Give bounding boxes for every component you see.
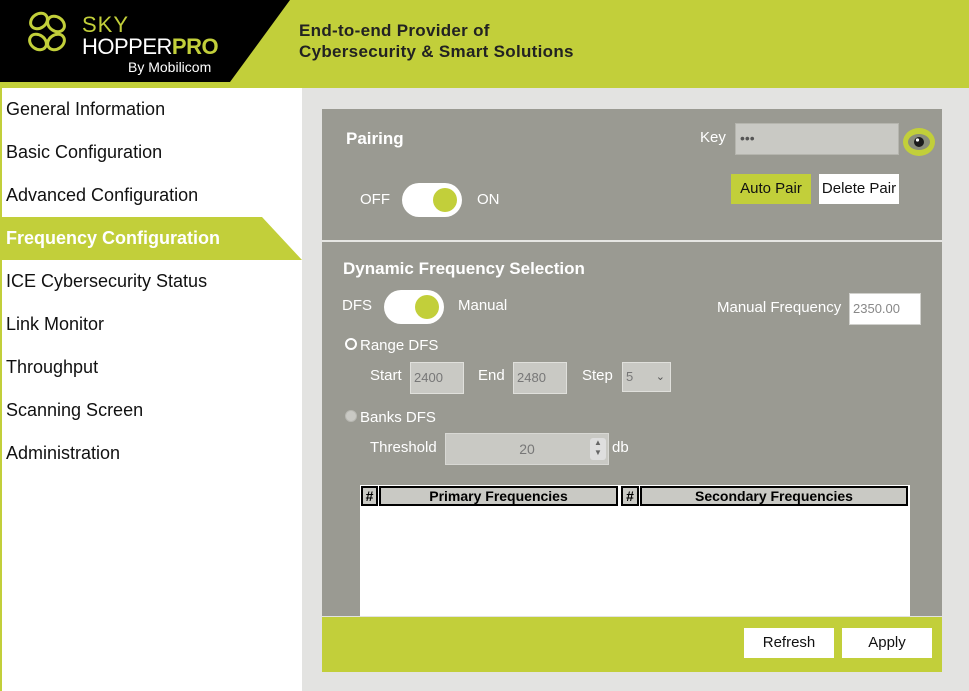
tagline-line-1: End-to-end Provider of bbox=[299, 21, 490, 40]
main-content: Pairing Key ••• OFF ON Auto Pair Delete … bbox=[302, 88, 969, 691]
end-input[interactable]: 2480 bbox=[513, 362, 567, 394]
dfs-title: Dynamic Frequency Selection bbox=[343, 259, 585, 278]
tagline: End-to-end Provider of Cybersecurity & S… bbox=[299, 20, 574, 62]
step-label: Step bbox=[582, 367, 613, 384]
manual-frequency-label: Manual Frequency bbox=[717, 299, 842, 316]
spinner-arrows-icon[interactable]: ▲ ▼ bbox=[590, 438, 606, 460]
table-header-index-2: # bbox=[621, 486, 639, 506]
start-input[interactable]: 2400 bbox=[410, 362, 464, 394]
banks-dfs-radio[interactable] bbox=[345, 410, 357, 422]
chevron-down-icon: ⌄ bbox=[655, 371, 665, 383]
sidebar-item-advanced-configuration[interactable]: Advanced Configuration bbox=[2, 174, 302, 217]
end-label: End bbox=[478, 367, 505, 384]
logo-by-text: By Mobilicom bbox=[128, 59, 212, 75]
threshold-stepper[interactable]: 20 ▲ ▼ bbox=[445, 433, 609, 465]
pairing-toggle[interactable] bbox=[402, 183, 462, 217]
key-label: Key bbox=[700, 129, 726, 146]
range-dfs-radio[interactable] bbox=[345, 338, 357, 350]
sidebar-item-administration[interactable]: Administration bbox=[2, 432, 302, 475]
logo: SKY HOPPERPRO By Mobilicom bbox=[0, 0, 290, 82]
apply-button[interactable]: Apply bbox=[842, 628, 932, 658]
table-header-secondary[interactable]: Secondary Frequencies bbox=[640, 486, 908, 506]
auto-pair-button[interactable]: Auto Pair bbox=[731, 174, 811, 204]
pairing-on-label: ON bbox=[477, 191, 500, 208]
frequency-panel: Pairing Key ••• OFF ON Auto Pair Delete … bbox=[322, 109, 942, 616]
logo-hopper-text: HOPPERPRO bbox=[82, 34, 219, 59]
threshold-label: Threshold bbox=[370, 439, 437, 456]
banks-dfs-label: Banks DFS bbox=[360, 409, 436, 426]
footer-bar: Refresh Apply bbox=[322, 617, 942, 672]
step-select[interactable]: 5 ⌄ bbox=[622, 362, 671, 392]
start-label: Start bbox=[370, 367, 402, 384]
sidebar-item-frequency-configuration[interactable]: Frequency Configuration bbox=[2, 217, 302, 260]
sidebar-item-general-information[interactable]: General Information bbox=[2, 88, 302, 131]
sidebar-item-ice-cybersecurity-status[interactable]: ICE Cybersecurity Status bbox=[2, 260, 302, 303]
sidebar-item-basic-configuration[interactable]: Basic Configuration bbox=[2, 131, 302, 174]
sidebar-item-throughput[interactable]: Throughput bbox=[2, 346, 302, 389]
toggle-knob bbox=[415, 295, 439, 319]
threshold-value: 20 bbox=[519, 441, 535, 457]
dfs-manual-toggle[interactable] bbox=[384, 290, 444, 324]
delete-pair-button[interactable]: Delete Pair bbox=[819, 174, 899, 204]
sidebar-item-scanning-screen[interactable]: Scanning Screen bbox=[2, 389, 302, 432]
frequencies-table: # Primary Frequencies # Secondary Freque… bbox=[360, 485, 910, 616]
range-dfs-label: Range DFS bbox=[360, 337, 439, 354]
table-header-primary[interactable]: Primary Frequencies bbox=[379, 486, 618, 506]
dfs-label: DFS bbox=[342, 297, 372, 314]
header: SKY HOPPERPRO By Mobilicom End-to-end Pr… bbox=[0, 0, 969, 82]
eye-icon[interactable] bbox=[902, 127, 936, 157]
sidebar-item-link-monitor[interactable]: Link Monitor bbox=[2, 303, 302, 346]
table-header-index-1: # bbox=[361, 486, 378, 506]
sidebar: General Information Basic Configuration … bbox=[2, 88, 302, 691]
logo-pro-text: PRO bbox=[171, 34, 219, 59]
threshold-unit: db bbox=[612, 439, 629, 456]
manual-frequency-input[interactable]: 2350.00 bbox=[849, 293, 921, 325]
pairing-title: Pairing bbox=[346, 129, 404, 148]
section-divider bbox=[322, 240, 942, 242]
step-select-value: 5 bbox=[626, 369, 634, 384]
manual-label: Manual bbox=[458, 297, 508, 314]
toggle-knob bbox=[433, 188, 457, 212]
key-input[interactable]: ••• bbox=[735, 123, 899, 155]
pairing-off-label: OFF bbox=[360, 191, 390, 208]
tagline-line-2: Cybersecurity & Smart Solutions bbox=[299, 42, 574, 61]
logo-rings-icon bbox=[28, 11, 66, 52]
refresh-button[interactable]: Refresh bbox=[744, 628, 834, 658]
